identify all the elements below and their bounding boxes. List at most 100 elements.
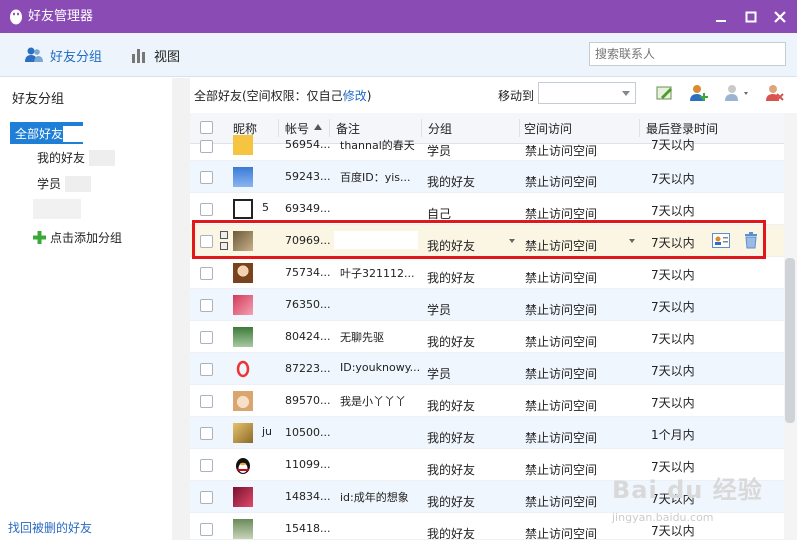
last-login-cell: 7天以内 bbox=[651, 364, 695, 378]
group-cell: 我的好友 bbox=[427, 399, 476, 413]
redacted-count bbox=[63, 126, 83, 142]
last-login-cell: 7天以内 bbox=[651, 204, 695, 218]
account-cell: 80424... bbox=[285, 330, 331, 343]
last-login-cell: 7天以内 bbox=[651, 300, 695, 314]
expand-icon[interactable] bbox=[220, 231, 228, 239]
group-item-my-friends[interactable]: 我的好友 bbox=[37, 147, 115, 169]
space-dropdown-icon[interactable] bbox=[629, 239, 635, 243]
note-cell: 百度ID：yis... bbox=[340, 171, 411, 184]
title-bar: 好友管理器 bbox=[0, 0, 797, 33]
group-label: 全部好友 bbox=[15, 127, 64, 141]
all-friends-text: 全部好友(空间权限：仅自己 bbox=[194, 89, 343, 103]
qq-penguin-avatar bbox=[236, 458, 250, 474]
group-label: 我的好友 bbox=[37, 151, 86, 165]
trash-icon[interactable] bbox=[744, 232, 758, 249]
content-header: 全部好友(空间权限：仅自己修改) 移动到 bbox=[190, 78, 797, 112]
search-contacts-input[interactable] bbox=[589, 42, 786, 66]
account-cell: 89570... bbox=[285, 394, 331, 407]
table-row-selected[interactable]: 70969... 我的好友 禁止访问空间 7天以内 bbox=[190, 225, 784, 257]
note-cell: 我是小丫丫丫 bbox=[340, 395, 406, 408]
manage-friend-icon[interactable] bbox=[724, 83, 750, 103]
space-cell: 禁止访问空间 bbox=[525, 463, 598, 477]
avatar bbox=[233, 487, 253, 507]
table-row[interactable]: 5 69349... 自己 禁止访问空间 7天以内 bbox=[190, 193, 784, 225]
collapse-icon[interactable] bbox=[220, 242, 228, 250]
last-login-cell: 7天以内 bbox=[651, 172, 695, 186]
account-cell: 87223... bbox=[285, 362, 331, 375]
delete-friend-icon[interactable] bbox=[765, 83, 785, 103]
table-row[interactable]: 56954... thannal的春天 学员 禁止访问空间 7天以内 bbox=[190, 135, 784, 161]
row-checkbox[interactable] bbox=[200, 427, 213, 440]
last-login-cell: 7天以内 bbox=[651, 138, 695, 152]
last-login-cell: 7天以内 bbox=[651, 268, 695, 282]
table-row[interactable]: 76350... 学员 禁止访问空间 7天以内 bbox=[190, 289, 784, 321]
restore-button[interactable] bbox=[714, 10, 728, 24]
group-cell: 我的好友 bbox=[427, 495, 476, 509]
row-checkbox[interactable] bbox=[200, 171, 213, 184]
row-checkbox[interactable] bbox=[200, 299, 213, 312]
restore-icon bbox=[716, 20, 726, 22]
group-cell: 我的好友 bbox=[427, 239, 476, 253]
view-tab[interactable]: 视图 bbox=[130, 45, 180, 65]
row-checkbox[interactable] bbox=[200, 140, 213, 153]
space-cell: 禁止访问空间 bbox=[525, 271, 598, 285]
group-cell: 学员 bbox=[427, 144, 452, 158]
row-checkbox[interactable] bbox=[200, 235, 213, 248]
row-checkbox[interactable] bbox=[200, 267, 213, 280]
account-cell: 69349... bbox=[285, 202, 331, 215]
add-group-button[interactable]: 点击添加分组 bbox=[33, 229, 122, 246]
avatar bbox=[233, 231, 253, 251]
table-row[interactable]: 59243... 百度ID：yis... 我的好友 禁止访问空间 7天以内 bbox=[190, 161, 784, 193]
redacted-group bbox=[33, 199, 81, 219]
scrollbar-thumb[interactable] bbox=[785, 258, 795, 423]
space-cell: 禁止访问空间 bbox=[525, 367, 598, 381]
group-item-students[interactable]: 学员 bbox=[37, 173, 91, 195]
close-button[interactable] bbox=[773, 10, 787, 24]
avatar bbox=[233, 167, 253, 187]
last-login-cell: 7天以内 bbox=[651, 332, 695, 346]
friend-groups-tab[interactable]: 好友分组 bbox=[24, 45, 102, 65]
group-cell: 我的好友 bbox=[427, 335, 476, 349]
group-item-all-friends[interactable]: 全部好友 bbox=[10, 122, 83, 144]
avatar bbox=[233, 199, 253, 219]
select-all-checkbox[interactable] bbox=[200, 121, 213, 134]
row-checkbox[interactable] bbox=[200, 395, 213, 408]
avatar bbox=[233, 135, 253, 155]
plus-icon bbox=[33, 231, 46, 244]
move-to-label: 移动到 bbox=[498, 89, 535, 103]
redacted-count bbox=[65, 176, 91, 192]
move-to-select[interactable] bbox=[538, 82, 636, 104]
row-checkbox[interactable] bbox=[200, 459, 213, 472]
row-checkbox[interactable] bbox=[200, 203, 213, 216]
space-cell: 禁止访问空间 bbox=[525, 335, 598, 349]
note-input[interactable] bbox=[334, 231, 418, 249]
sort-asc-icon bbox=[314, 124, 322, 130]
table-row[interactable]: 80424... 无聊先驱 我的好友 禁止访问空间 7天以内 bbox=[190, 321, 784, 353]
note-cell: 叶子321112... bbox=[340, 267, 415, 280]
modify-link[interactable]: 修改 bbox=[343, 89, 367, 103]
sidebar: 好友分组 全部好友 我的好友 学员 点击添加分组 找回被删的好友 bbox=[0, 78, 172, 540]
row-checkbox[interactable] bbox=[200, 523, 213, 536]
account-cell: 14834... bbox=[285, 490, 331, 503]
group-dropdown-icon[interactable] bbox=[509, 239, 515, 243]
chevron-down-icon bbox=[622, 91, 630, 96]
avatar bbox=[233, 263, 253, 283]
row-checkbox[interactable] bbox=[200, 331, 213, 344]
recover-deleted-friends-link[interactable]: 找回被删的好友 bbox=[8, 519, 92, 536]
avatar bbox=[236, 360, 250, 378]
account-cell: 75734... bbox=[285, 266, 331, 279]
table-row[interactable]: 75734... 叶子321112... 我的好友 禁止访问空间 7天以内 bbox=[190, 257, 784, 289]
last-login-cell: 7天以内 bbox=[651, 236, 695, 250]
paren: ) bbox=[366, 89, 372, 103]
note-cell: id:成年的想象 bbox=[340, 491, 409, 504]
row-checkbox[interactable] bbox=[200, 363, 213, 376]
table-row[interactable]: 89570... 我是小丫丫丫 我的好友 禁止访问空间 7天以内 bbox=[190, 385, 784, 417]
row-checkbox[interactable] bbox=[200, 491, 213, 504]
contact-card-icon[interactable] bbox=[712, 233, 730, 248]
table-row[interactable]: 87223... ID:youknowy... 学员 禁止访问空间 7天以内 bbox=[190, 353, 784, 385]
add-friend-icon[interactable] bbox=[689, 83, 709, 103]
table-row[interactable]: ju 10500... 我的好友 禁止访问空间 1个月内 bbox=[190, 417, 784, 449]
edit-note-icon[interactable] bbox=[655, 83, 675, 103]
maximize-button[interactable] bbox=[744, 10, 758, 24]
all-friends-permission: 全部好友(空间权限：仅自己修改) bbox=[194, 87, 371, 104]
